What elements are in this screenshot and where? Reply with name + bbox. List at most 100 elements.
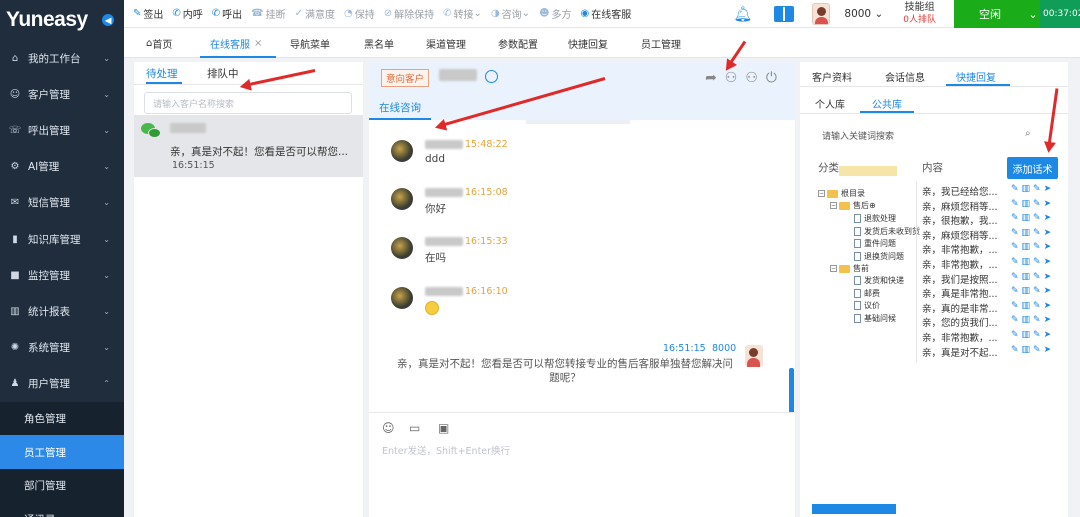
tree-node[interactable]: − 售前 — [830, 263, 869, 274]
sidebar-item-2[interactable]: ☏ 呼出管理 ⌄ — [0, 112, 124, 148]
reply-actions[interactable]: ✎▥✎➤ — [1011, 242, 1054, 252]
quick-reply-item[interactable]: 亲，我们是按照... — [922, 272, 998, 286]
toolbar-button-2[interactable]: ✆ 呼出 — [212, 6, 242, 21]
tab-5[interactable]: 参数配置 — [498, 28, 538, 58]
agent-avatar[interactable] — [812, 3, 831, 25]
toolbar-button-3[interactable]: ☎ 挂断 — [251, 6, 285, 21]
quick-reply-item[interactable]: 亲，很抱歉，我... — [922, 213, 998, 227]
toolbar-button-0[interactable]: ✎ 签出 — [133, 6, 163, 21]
toolbar-button-4[interactable]: ✓ 满意度 — [295, 6, 335, 21]
skill-group[interactable]: 技能组 0人排队 — [903, 2, 936, 26]
quick-reply-item[interactable]: 亲，真是对不起... — [922, 345, 998, 359]
sidebar-item-0[interactable]: ⌂ 我的工作台 ⌄ — [0, 40, 124, 76]
collapse-icon[interactable]: − — [830, 202, 837, 209]
customer-tag[interactable]: 意向客户 — [381, 69, 430, 87]
tab-0[interactable]: ⌂ 首页 — [146, 28, 172, 58]
sidebar-item-5[interactable]: ▮ 知识库管理 ⌄ — [0, 221, 124, 257]
tree-node[interactable]: 退款处理 — [854, 213, 896, 224]
sidebar-item-4[interactable]: ✉ 短信管理 ⌄ — [0, 185, 124, 221]
collapse-sidebar-icon[interactable]: ◀ — [102, 14, 114, 26]
book-icon[interactable] — [774, 6, 795, 22]
quick-reply-item[interactable]: 亲，非常抱歉，... — [922, 242, 998, 256]
sidebar-item-9[interactable]: ♟ 用户管理 ⌃ — [0, 366, 124, 402]
reply-actions[interactable]: ✎▥✎➤ — [1011, 199, 1054, 209]
bell-icon[interactable]: 🔔︎ — [733, 5, 752, 23]
tree-node[interactable]: 重件问题 — [854, 238, 896, 249]
status-button[interactable]: 空闲 — [954, 0, 1026, 28]
sidebar-subitem-2[interactable]: 部门管理 — [0, 468, 124, 503]
message-input[interactable]: Enter发送，Shift+Enter换行 — [382, 443, 510, 457]
quick-reply-item[interactable]: 亲，真的是非常... — [922, 301, 998, 315]
tab-queue[interactable]: 排队中 — [207, 66, 239, 81]
quick-reply-item[interactable]: 亲，真是非常抱... — [922, 286, 998, 300]
toolbar-button-9[interactable]: ☻ 多方 — [539, 6, 571, 21]
customer-search-input[interactable]: 请输入客户名称搜索 — [144, 92, 352, 114]
reply-actions[interactable]: ✎▥✎➤ — [1011, 301, 1054, 311]
sidebar-subitem-0[interactable]: 角色管理 — [0, 401, 124, 436]
tab-session-info[interactable]: 会话信息 — [885, 69, 925, 84]
power-icon[interactable]: ⏻ — [766, 70, 777, 86]
toolbar-button-6[interactable]: ⊘ 解除保持 — [384, 6, 434, 21]
toolbar-button-7[interactable]: ✆ 转接 ⌄ — [443, 6, 482, 21]
close-icon[interactable]: × — [254, 38, 262, 49]
bottom-scroll-indicator[interactable] — [812, 504, 896, 514]
add-category-icon[interactable]: ⊕ — [869, 201, 876, 210]
reply-actions[interactable]: ✎▥✎➤ — [1011, 286, 1054, 296]
status-dropdown-icon[interactable]: ⌄ — [1026, 0, 1040, 28]
tree-node[interactable]: 邮费 — [854, 288, 880, 299]
edit-customer-icon[interactable] — [485, 70, 498, 83]
tree-node[interactable]: 基础问候 — [854, 313, 896, 324]
reply-actions[interactable]: ✎▥✎➤ — [1011, 184, 1054, 194]
tab-6[interactable]: 快捷回复 — [568, 28, 608, 58]
sidebar-item-3[interactable]: ⚙ AI管理 ⌄ — [0, 149, 124, 185]
tab-public-library[interactable]: 公共库 — [872, 96, 902, 111]
quick-reply-item[interactable]: 亲，麻烦您稍等... — [922, 199, 998, 213]
tab-personal-library[interactable]: 个人库 — [815, 96, 845, 111]
reply-actions[interactable]: ✎▥✎➤ — [1011, 213, 1054, 223]
quick-reply-search-input[interactable]: 请输入关键词搜索 — [814, 124, 1044, 146]
conversation-item[interactable]: 亲，真是对不起！您看是否可以帮您... 16:51:15 — [134, 115, 363, 177]
collapse-icon[interactable]: − — [830, 265, 837, 272]
tree-node[interactable]: 议价 — [854, 300, 880, 311]
sidebar-item-1[interactable]: ☺ 客户管理 ⌄ — [0, 76, 124, 112]
reply-actions[interactable]: ✎▥✎➤ — [1011, 345, 1054, 355]
reply-actions[interactable]: ✎▥✎➤ — [1011, 272, 1054, 282]
user-icon[interactable]: ⚇ — [745, 70, 758, 86]
sidebar-item-6[interactable]: ■ 监控管理 ⌄ — [0, 257, 124, 293]
folder-icon[interactable]: ▭ — [409, 421, 420, 435]
toolbar-button-8[interactable]: ◑ 咨询 ⌄ — [491, 6, 530, 21]
tree-node[interactable]: 发货和快递 — [854, 275, 904, 286]
tab-1[interactable]: 在线客服 × — [200, 28, 277, 58]
reply-actions[interactable]: ✎▥✎➤ — [1011, 330, 1054, 340]
quick-reply-item[interactable]: 亲，我已经给您... — [922, 184, 998, 198]
quick-reply-item[interactable]: 亲，非常抱歉，... — [922, 257, 998, 271]
quick-reply-item[interactable]: 亲，您的货我们... — [922, 315, 998, 329]
emoji-icon[interactable]: ☺ — [382, 421, 395, 435]
tab-4[interactable]: 渠道管理 — [426, 28, 466, 58]
toolbar-button-5[interactable]: ◔ 保持 — [344, 6, 375, 21]
tab-3[interactable]: 黑名单 — [364, 28, 394, 58]
share-icon[interactable]: ➦ — [705, 70, 717, 86]
extension-dropdown[interactable]: 8000 ⌄ — [844, 8, 883, 20]
tree-node[interactable]: − 售后 ⊕ — [830, 200, 876, 211]
tree-node[interactable]: − 根目录 — [818, 188, 865, 199]
tab-customer-info[interactable]: 客户资料 — [812, 69, 852, 84]
sidebar-subitem-3[interactable]: 通讯录 — [0, 502, 124, 517]
toolbar-button-1[interactable]: ✆ 内呼 — [172, 6, 202, 21]
search-icon[interactable]: ⌕ — [1025, 128, 1031, 139]
sidebar-subitem-1[interactable]: 员工管理 — [0, 435, 124, 469]
add-reply-button[interactable]: 添加话术 — [1007, 157, 1058, 179]
sidebar-item-8[interactable]: ✺ 系统管理 ⌄ — [0, 330, 124, 366]
tab-pending[interactable]: 待处理 — [146, 66, 178, 81]
toolbar-button-10[interactable]: ◉ 在线客服 — [581, 6, 632, 21]
tab-7[interactable]: 员工管理 — [641, 28, 681, 58]
reply-actions[interactable]: ✎▥✎➤ — [1011, 257, 1054, 267]
quick-reply-item[interactable]: 亲，麻烦您稍等... — [922, 228, 998, 242]
quick-reply-item[interactable]: 亲，非常抱歉，... — [922, 330, 998, 344]
tab-2[interactable]: 导航菜单 — [290, 28, 330, 58]
chat-scrollbar[interactable] — [789, 368, 794, 414]
image-icon[interactable]: ▣ — [438, 421, 449, 435]
sidebar-item-7[interactable]: ▥ 统计报表 ⌄ — [0, 293, 124, 329]
reply-actions[interactable]: ✎▥✎➤ — [1011, 315, 1054, 325]
collapse-icon[interactable]: − — [818, 190, 825, 197]
